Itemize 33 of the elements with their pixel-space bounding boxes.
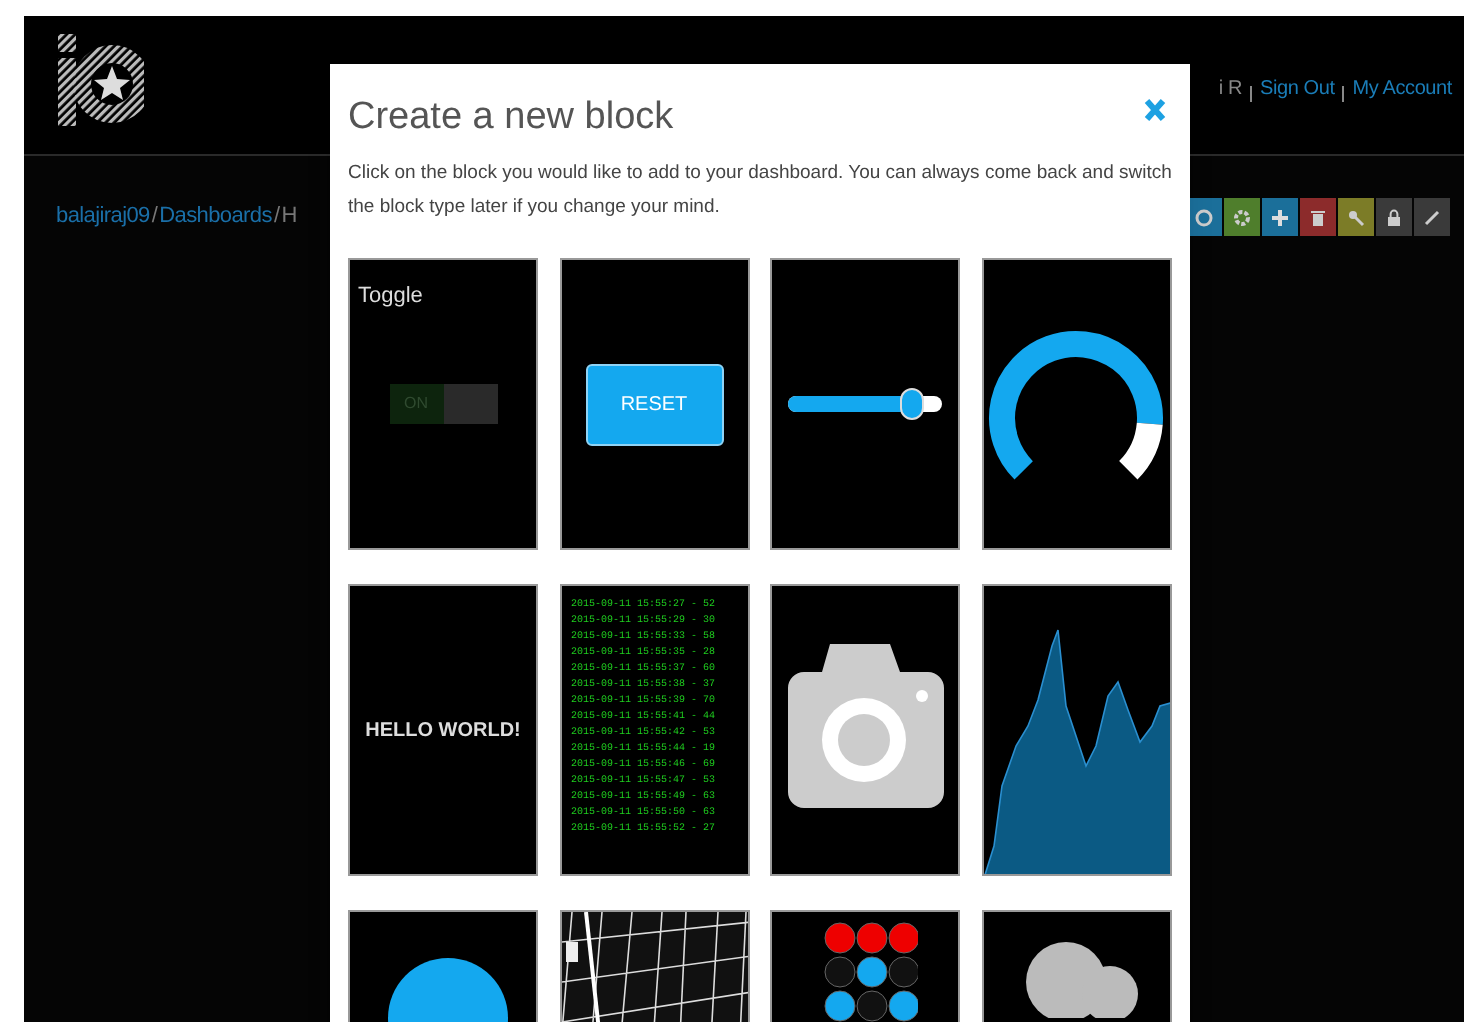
breadcrumb-separator: / xyxy=(273,202,280,233)
reset-button-preview: RESET xyxy=(585,363,723,445)
modal-title: Create a new block xyxy=(348,98,674,136)
gear-icon xyxy=(1232,207,1252,227)
block-text: HELLO WORLD! xyxy=(365,717,521,745)
toolbar-button[interactable] xyxy=(1224,198,1260,236)
toolbar-button[interactable] xyxy=(1262,198,1298,236)
breadcrumb-separator: / xyxy=(151,202,158,233)
breadcrumb-link[interactable]: Dashboards xyxy=(159,200,272,234)
toolbar-button[interactable] xyxy=(1300,198,1336,236)
header-link[interactable]: Sign Out xyxy=(1259,74,1335,104)
block-tile[interactable] xyxy=(770,584,960,876)
breadcrumb-link[interactable]: H xyxy=(281,200,297,234)
block-title: Toggle xyxy=(358,282,423,312)
block-tile[interactable] xyxy=(559,584,749,876)
close-icon[interactable] xyxy=(1144,98,1166,122)
lock-icon xyxy=(1384,207,1404,227)
toolbar-button[interactable] xyxy=(1376,198,1412,236)
key-icon xyxy=(1346,207,1366,227)
user-name: i R xyxy=(1218,76,1242,104)
modal-description: Click on the block you would like to add to your dashboard. You can always come back and switch the block type later if you change your mind. xyxy=(346,160,1174,222)
block-tile[interactable] xyxy=(770,258,960,550)
block-tile[interactable] xyxy=(981,258,1171,550)
block-tile[interactable]: HELLO WORLD! xyxy=(348,584,538,876)
header-link[interactable]: My Account xyxy=(1352,74,1452,104)
block-tile[interactable]: RESET xyxy=(559,258,749,550)
trash-icon xyxy=(1308,207,1328,227)
logo-icon[interactable] xyxy=(56,30,144,130)
diagonal-line-icon xyxy=(1422,207,1442,227)
breadcrumb-link[interactable]: balajiraj09 xyxy=(56,200,150,234)
toolbar-button[interactable] xyxy=(1414,198,1450,236)
plus-icon xyxy=(1270,207,1290,227)
circle-icon xyxy=(1194,207,1214,227)
